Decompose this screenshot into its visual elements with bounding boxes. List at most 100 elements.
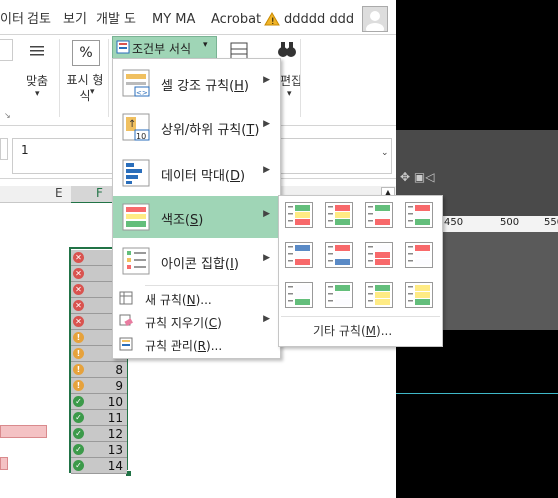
color-scale-swatch[interactable] xyxy=(325,282,353,308)
color-scale-swatch[interactable] xyxy=(405,242,433,268)
color-scale-swatch[interactable] xyxy=(365,282,393,308)
chevron-down-icon[interactable]: ▾ xyxy=(35,89,40,99)
exclamation-icon: ! xyxy=(73,332,84,343)
menu-item-icon-sets[interactable]: 아이콘 집합(I) ▶ xyxy=(113,240,280,282)
table-row[interactable]: ✓ 13 xyxy=(71,442,127,458)
conditional-format-icon xyxy=(116,40,130,57)
svg-text:!: ! xyxy=(271,17,275,26)
formula-value: 1 xyxy=(21,143,29,157)
new-rule-icon xyxy=(119,291,133,308)
check-icon: ✓ xyxy=(73,460,84,471)
align-icon[interactable] xyxy=(26,41,48,63)
cell-value: 9 xyxy=(115,379,123,393)
menu-item-clear-rules[interactable]: 규칙 지우기(C) ▶ xyxy=(113,310,280,332)
table-row[interactable]: ✓ 10 xyxy=(71,394,127,410)
color-scales-submenu: 기타 규칙(M)... xyxy=(278,195,443,347)
svg-text:10: 10 xyxy=(136,132,146,141)
color-scale-swatch[interactable] xyxy=(285,242,313,268)
table-row[interactable]: ✓ 11 xyxy=(71,410,127,426)
warning-icon: ! xyxy=(264,12,280,29)
percent-icon[interactable]: % xyxy=(72,40,100,66)
chevron-down-icon[interactable]: ▾ xyxy=(287,89,292,99)
edit-button[interactable]: 편집 xyxy=(280,72,302,89)
color-scales-icon xyxy=(121,202,151,232)
chevron-down-icon[interactable]: ▾ xyxy=(90,87,95,97)
chevron-right-icon: ▶ xyxy=(263,314,270,324)
menu-item-new-rule[interactable]: 새 규칙(N)... xyxy=(113,287,280,309)
menu-label: 상위/하위 규칙(T) xyxy=(161,123,260,138)
data-bar xyxy=(0,425,47,438)
more-rules-link[interactable]: 기타 규칙(M)... xyxy=(313,322,392,339)
chevron-right-icon: ▶ xyxy=(263,253,270,263)
table-row[interactable]: ! 9 xyxy=(71,378,127,394)
conditional-format-menu: <> 셀 강조 규칙(H) ▶ ↑ 10 상위/하위 규칙(T) ▶ 데이터 막대… xyxy=(112,58,281,359)
color-scale-swatch[interactable] xyxy=(285,202,313,228)
move-icon[interactable]: ✥ ▣◁ xyxy=(400,170,460,190)
ruler-tick: 500 xyxy=(500,217,520,228)
ribbon-dropdown-edge[interactable] xyxy=(0,39,13,61)
cell-value: 11 xyxy=(107,411,123,425)
color-scale-swatch[interactable] xyxy=(365,242,393,268)
chevron-right-icon: ▶ xyxy=(263,165,270,175)
icon-sets-icon xyxy=(121,246,151,276)
conditional-format-button[interactable]: 조건부 서식 ▾ xyxy=(112,36,217,60)
data-bars-icon xyxy=(121,158,151,188)
column-f-label: F xyxy=(96,186,103,200)
align-button[interactable]: 맞춤 xyxy=(26,72,48,89)
separator xyxy=(59,39,60,117)
menu-separator xyxy=(281,316,440,317)
cell-value: 10 xyxy=(107,395,123,409)
check-icon: ✓ xyxy=(73,396,84,407)
cross-icon: ✕ xyxy=(73,252,84,263)
menu-item-highlight-rules[interactable]: <> 셀 강조 규칙(H) ▶ xyxy=(113,62,280,104)
color-scale-swatch[interactable] xyxy=(285,282,313,308)
color-scale-swatch[interactable] xyxy=(325,202,353,228)
color-scale-swatch[interactable] xyxy=(405,202,433,228)
chevron-right-icon: ▶ xyxy=(263,119,270,129)
menu-item-color-scales[interactable]: 색조(S) ▶ xyxy=(113,196,280,238)
tab-view[interactable]: 보기 xyxy=(63,0,87,34)
number-format-button[interactable]: 표시 형식 xyxy=(63,72,107,104)
tab-data[interactable]: 이터 xyxy=(0,0,24,34)
table-row[interactable]: ! 8 xyxy=(71,362,127,378)
separator xyxy=(300,39,301,117)
exclamation-icon: ! xyxy=(73,348,84,359)
color-scale-swatch[interactable] xyxy=(405,282,433,308)
tab-acrobat[interactable]: Acrobat xyxy=(211,0,261,34)
color-scale-swatch[interactable] xyxy=(325,242,353,268)
ruler-tick: 550 xyxy=(544,217,558,228)
expand-formula-icon[interactable]: ⌄ xyxy=(381,148,389,158)
cell-value: 13 xyxy=(107,443,123,457)
top-bottom-rules-icon: ↑ 10 xyxy=(121,112,151,142)
cell-value: 12 xyxy=(107,427,123,441)
cross-icon: ✕ xyxy=(73,316,84,327)
dark-panel-bottom xyxy=(396,330,558,498)
cross-icon: ✕ xyxy=(73,284,84,295)
exclamation-icon: ! xyxy=(73,380,84,391)
menu-label: 새 규칙(N)... xyxy=(145,293,212,307)
menu-item-data-bars[interactable]: 데이터 막대(D) ▶ xyxy=(113,152,280,194)
menu-item-manage-rules[interactable]: 규칙 관리(R)... xyxy=(113,333,280,355)
chevron-right-icon: ▶ xyxy=(263,75,270,85)
eraser-icon xyxy=(119,314,133,331)
table-row[interactable]: ✓ 14 xyxy=(71,458,127,474)
tab-developer[interactable]: 개발 도 xyxy=(96,0,136,34)
tab-review[interactable]: 검토 xyxy=(27,0,51,34)
menu-label: 데이터 막대(D) xyxy=(161,169,246,184)
guide-line xyxy=(396,393,558,394)
color-scale-swatch[interactable] xyxy=(365,202,393,228)
menu-item-top-bottom-rules[interactable]: ↑ 10 상위/하위 규칙(T) ▶ xyxy=(113,106,280,148)
check-icon: ✓ xyxy=(73,428,84,439)
column-e[interactable]: E xyxy=(55,186,63,200)
tab-my-macro[interactable]: MY MA xyxy=(152,0,195,34)
user-name[interactable]: ddddd ddd xyxy=(284,0,354,34)
table-row[interactable]: ✓ 12 xyxy=(71,426,127,442)
cell-value: 14 xyxy=(107,459,123,473)
data-bar xyxy=(0,457,8,470)
menu-label: 아이콘 집합(I) xyxy=(161,257,239,272)
avatar[interactable] xyxy=(362,6,388,32)
name-box[interactable] xyxy=(0,138,8,160)
svg-text:↑: ↑ xyxy=(128,119,136,130)
separator xyxy=(108,39,109,117)
dialog-launcher-icon[interactable]: ↘ xyxy=(4,111,11,120)
